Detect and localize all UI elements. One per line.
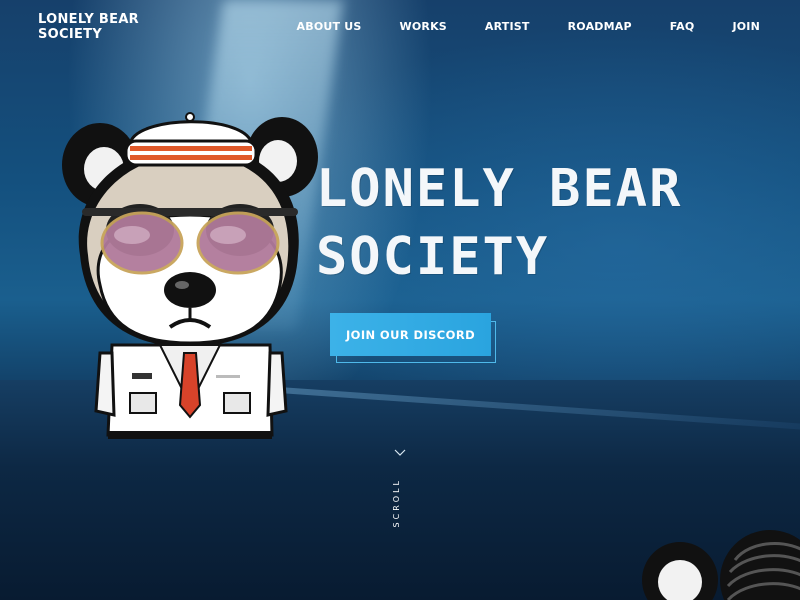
site-logo[interactable]: LONELY BEAR SOCIETY	[38, 12, 139, 42]
discord-button-wrapper: JOIN OUR DISCORD	[330, 313, 498, 365]
bear-mascot-image	[62, 112, 318, 439]
join-discord-button[interactable]: JOIN OUR DISCORD	[330, 313, 491, 356]
hero-title-line-2: SOCIETY	[316, 227, 550, 287]
page: LONELY BEAR SOCIETY ABOUT US WORKS ARTIS…	[0, 0, 800, 600]
scroll-label[interactable]: SCROLL	[392, 478, 406, 527]
logo-line-1: LONELY BEAR	[38, 12, 139, 27]
hero-title: LONELY BEAR SOCIETY	[316, 155, 682, 291]
logo-line-2: SOCIETY	[38, 27, 103, 42]
nav-roadmap[interactable]: ROADMAP	[568, 20, 632, 33]
nav-faq[interactable]: FAQ	[670, 20, 695, 33]
hero-title-line-1: LONELY BEAR	[316, 159, 683, 219]
nav-artist[interactable]: ARTIST	[485, 20, 530, 33]
bear-mascot-partial-image	[642, 530, 800, 600]
nav-join[interactable]: JOIN	[732, 20, 760, 33]
main-nav: ABOUT US WORKS ARTIST ROADMAP FAQ JOIN	[259, 20, 760, 33]
nav-works[interactable]: WORKS	[400, 20, 447, 33]
nav-about-us[interactable]: ABOUT US	[297, 20, 362, 33]
chevron-down-icon[interactable]	[394, 447, 406, 459]
